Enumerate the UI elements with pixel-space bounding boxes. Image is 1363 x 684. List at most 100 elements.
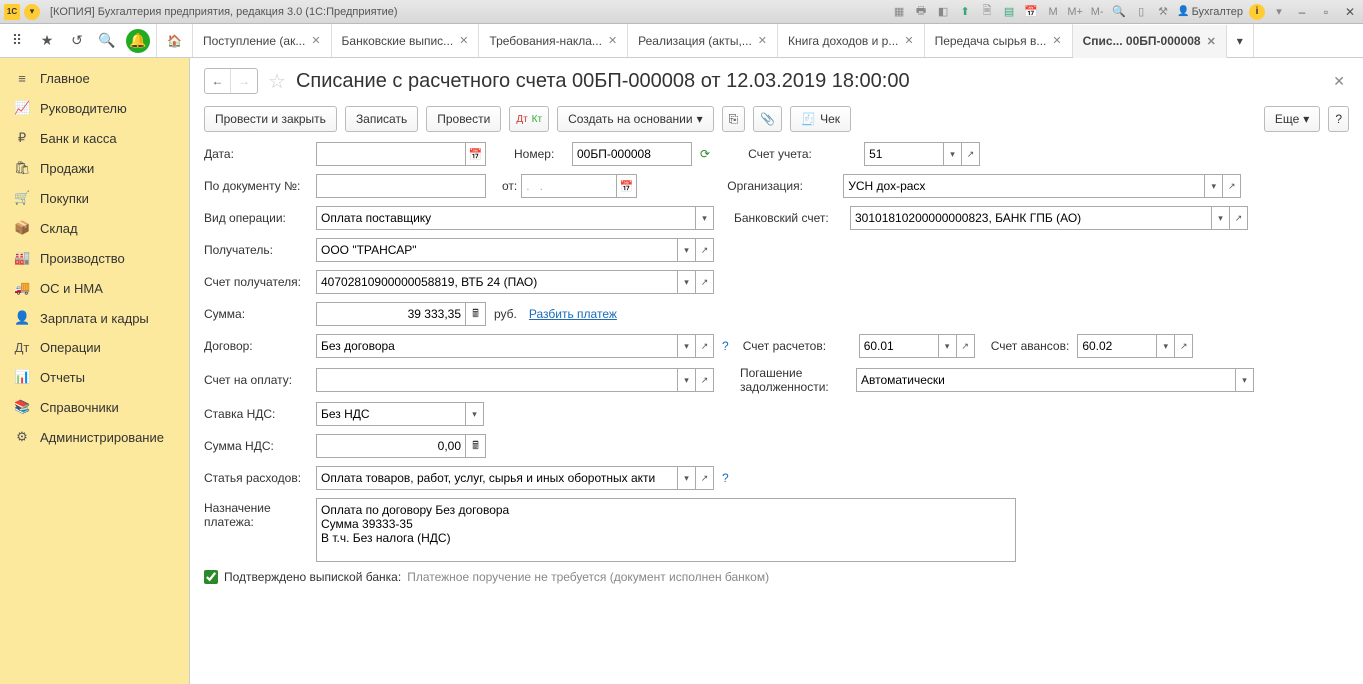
favorite-icon[interactable]: ★ <box>36 30 58 52</box>
sidebar-item-assets[interactable]: 🚚ОС и НМА <box>0 273 189 303</box>
tool-calendar-icon[interactable]: 📅 <box>1023 4 1039 20</box>
open-icon[interactable]: ↗ <box>696 270 714 294</box>
recipient-input[interactable] <box>316 238 678 262</box>
zoom-icon[interactable]: 🔍 <box>1111 4 1127 20</box>
close-icon[interactable]: ✕ <box>608 34 617 47</box>
org-field[interactable]: ▾ ↗ <box>843 174 1241 198</box>
sidebar-item-bank[interactable]: ₽Банк и касса <box>0 123 189 153</box>
sidebar-item-admin[interactable]: ⚙Администрирование <box>0 422 189 452</box>
chevron-down-icon[interactable]: ▾ <box>939 334 957 358</box>
date-field[interactable]: 📅 <box>316 142 486 166</box>
contract-input[interactable] <box>316 334 678 358</box>
chevron-down-icon[interactable]: ▾ <box>944 142 962 166</box>
optype-field[interactable]: ▾ <box>316 206 714 230</box>
amount-input[interactable] <box>316 302 466 326</box>
help-button[interactable]: ? <box>1328 106 1349 132</box>
calendar-icon[interactable]: 📅 <box>617 174 637 198</box>
sidebar-item-catalogs[interactable]: 📚Справочники <box>0 392 189 422</box>
open-icon[interactable]: ↗ <box>1230 206 1248 230</box>
chevron-down-icon[interactable]: ▾ <box>678 466 696 490</box>
optype-input[interactable] <box>316 206 696 230</box>
rec-account-input[interactable] <box>316 270 678 294</box>
date-input[interactable] <box>316 142 466 166</box>
close-icon[interactable]: ✕ <box>311 34 320 47</box>
info-icon[interactable]: i <box>1249 4 1265 20</box>
from-date-input[interactable] <box>521 174 617 198</box>
home-tab[interactable]: 🏠 <box>156 24 193 57</box>
bell-icon[interactable]: 🔔 <box>126 29 150 53</box>
tool-export-icon[interactable]: ⬆ <box>957 4 973 20</box>
close-icon[interactable]: ✕ <box>904 34 913 47</box>
user-label[interactable]: Бухгалтер <box>1177 6 1243 18</box>
sidebar-item-operations[interactable]: ДтОперации <box>0 333 189 362</box>
sidebar-item-stock[interactable]: 📦Склад <box>0 213 189 243</box>
number-input[interactable] <box>572 142 692 166</box>
apps-icon[interactable]: ⠿ <box>6 30 28 52</box>
structure-button[interactable]: ⎘ <box>722 106 746 132</box>
chevron-down-icon[interactable]: ▾ <box>1157 334 1175 358</box>
settle-input[interactable] <box>859 334 939 358</box>
open-icon[interactable]: ↗ <box>1223 174 1241 198</box>
bankacc-field[interactable]: ▾ ↗ <box>850 206 1248 230</box>
chevron-down-icon[interactable]: ▾ <box>466 402 484 426</box>
tab-3[interactable]: Реализация (акты,...✕ <box>628 24 778 57</box>
post-close-button[interactable]: Провести и закрыть <box>204 106 337 132</box>
minimize-button[interactable]: – <box>1293 5 1311 19</box>
open-icon[interactable]: ↗ <box>1175 334 1193 358</box>
bydoc-field[interactable] <box>316 174 486 198</box>
sidebar-item-sales[interactable]: 🛍Продажи <box>0 153 189 183</box>
tool-table-icon[interactable]: ▤ <box>1001 4 1017 20</box>
tab-5[interactable]: Передача сырья в...✕ <box>925 24 1073 57</box>
help-icon[interactable]: ? <box>718 471 733 485</box>
help-icon[interactable]: ? <box>718 339 733 353</box>
close-icon[interactable]: ✕ <box>758 34 767 47</box>
contract-field[interactable]: ▾ ↗ <box>316 334 714 358</box>
tab-2[interactable]: Требования-накла...✕ <box>479 24 628 57</box>
vat-rate-input[interactable] <box>316 402 466 426</box>
close-window-button[interactable]: ✕ <box>1341 5 1359 19</box>
sidebar-item-main[interactable]: ≡Главное <box>0 64 189 93</box>
tab-0[interactable]: Поступление (ак...✕ <box>193 24 332 57</box>
nav-forward-button[interactable]: → <box>231 69 257 93</box>
tool-page-icon[interactable]: 🗎 <box>979 4 995 20</box>
chevron-down-icon[interactable]: ▾ <box>696 206 714 230</box>
m-minus-button[interactable]: M- <box>1089 4 1105 20</box>
open-icon[interactable]: ↗ <box>696 466 714 490</box>
tool-doc-icon[interactable]: ◧ <box>935 4 951 20</box>
post-button[interactable]: Провести <box>426 106 501 132</box>
vat-rate-field[interactable]: ▾ <box>316 402 484 426</box>
restore-button[interactable]: ▫ <box>1317 5 1335 19</box>
nav-back-button[interactable]: ← <box>205 69 231 93</box>
m-button[interactable]: M <box>1045 4 1061 20</box>
chevron-down-icon[interactable]: ▾ <box>678 238 696 262</box>
open-icon[interactable]: ↗ <box>696 334 714 358</box>
close-document-button[interactable]: ✕ <box>1329 69 1349 94</box>
chevron-down-icon[interactable]: ▾ <box>678 368 696 392</box>
open-icon[interactable]: ↗ <box>962 142 980 166</box>
advance-input[interactable] <box>1077 334 1157 358</box>
rec-account-field[interactable]: ▾ ↗ <box>316 270 714 294</box>
save-button[interactable]: Записать <box>345 106 418 132</box>
debt-input[interactable] <box>856 368 1236 392</box>
org-input[interactable] <box>843 174 1205 198</box>
open-icon[interactable]: ↗ <box>696 238 714 262</box>
sidebar-item-hr[interactable]: 👤Зарплата и кадры <box>0 303 189 333</box>
purpose-textarea[interactable] <box>316 498 1016 562</box>
chevron-down-icon[interactable]: ▾ <box>678 334 696 358</box>
calendar-icon[interactable]: 📅 <box>466 142 486 166</box>
bankacc-input[interactable] <box>850 206 1212 230</box>
number-field[interactable] <box>572 142 692 166</box>
panel-icon[interactable]: ▯ <box>1133 4 1149 20</box>
account-field[interactable]: ▾ ↗ <box>864 142 980 166</box>
sidebar-item-manager[interactable]: 📈Руководителю <box>0 93 189 123</box>
info-dropdown-icon[interactable]: ▾ <box>1271 4 1287 20</box>
more-button[interactable]: Еще ▾ <box>1264 106 1320 132</box>
search-icon[interactable]: 🔍 <box>96 30 118 52</box>
invoice-input[interactable] <box>316 368 678 392</box>
favorite-star-icon[interactable]: ☆ <box>268 69 286 94</box>
refresh-icon[interactable]: ⟳ <box>696 147 714 161</box>
sidebar-item-production[interactable]: 🏭Производство <box>0 243 189 273</box>
settle-field[interactable]: ▾ ↗ <box>859 334 975 358</box>
vat-amount-field[interactable]: 🖩 <box>316 434 486 458</box>
account-input[interactable] <box>864 142 944 166</box>
